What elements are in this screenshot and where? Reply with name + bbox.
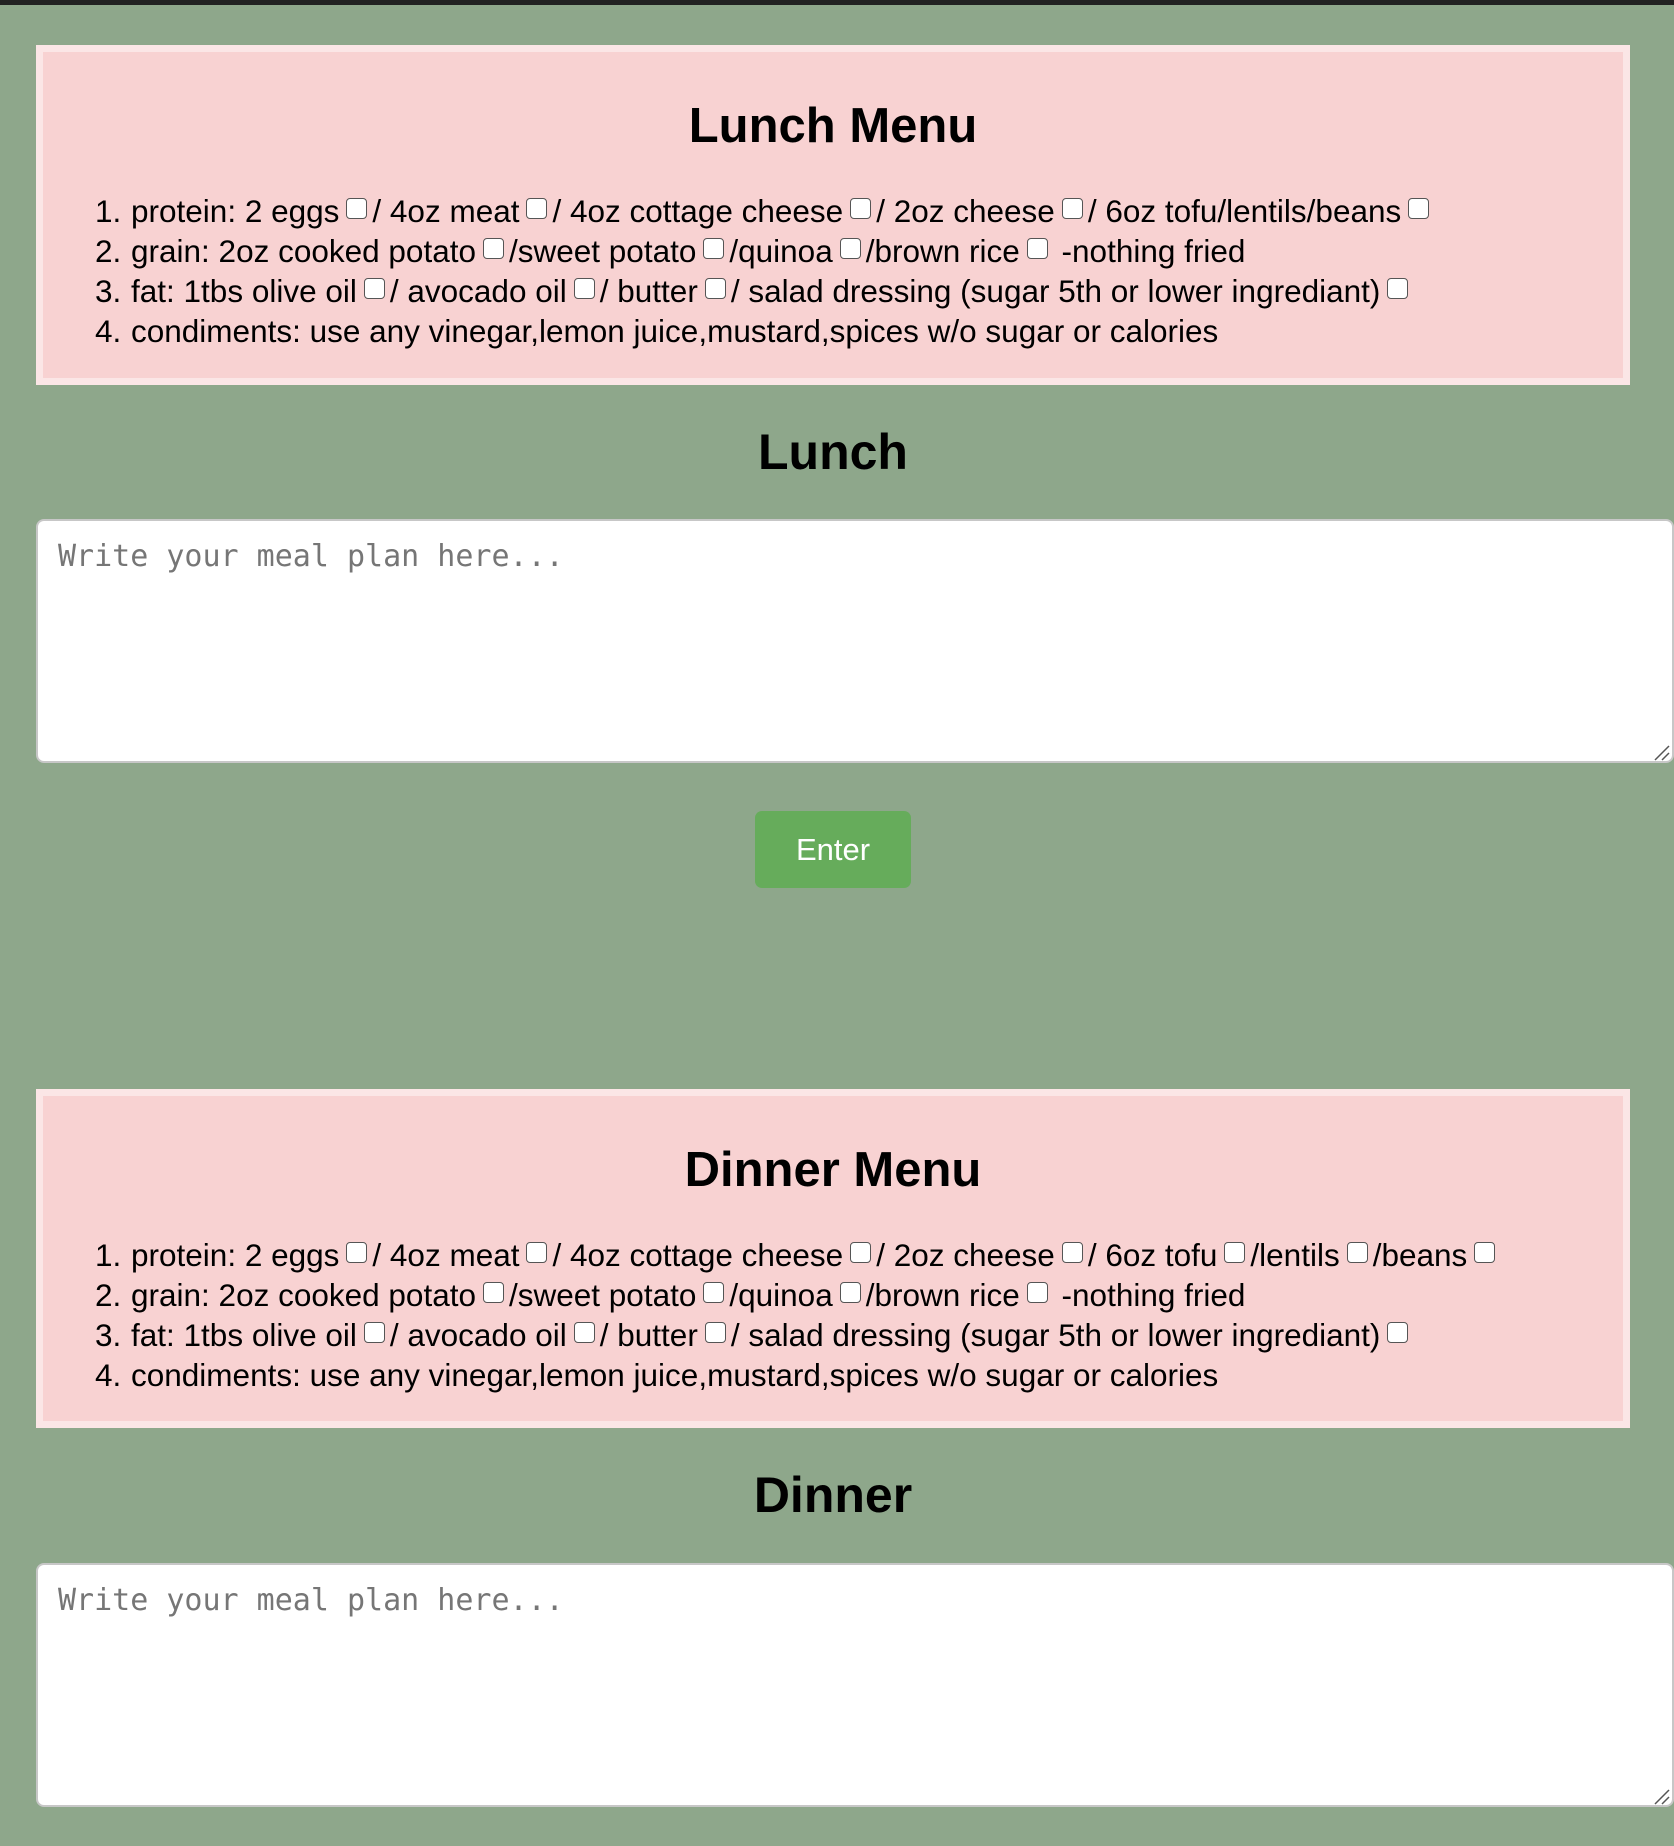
dinner-menu-list: 1. protein: 2 eggs / 4oz meat / 4oz cottage…: [95, 1235, 1500, 1395]
list-number: 3.: [95, 273, 122, 309]
option-label: fat: 1tbs olive oil: [131, 273, 357, 309]
option-checkbox[interactable]: [1408, 198, 1430, 219]
list-number: 3.: [95, 1317, 122, 1353]
option-checkbox[interactable]: [526, 198, 548, 219]
option-checkbox[interactable]: [850, 1242, 872, 1263]
menu-item-text: condiments: use any vinegar,lemon juice,…: [131, 313, 1219, 349]
option-label: / 4oz meat: [372, 1237, 520, 1273]
option-checkbox[interactable]: [1346, 1242, 1368, 1263]
option-label: / butter: [599, 1317, 698, 1353]
option-checkbox[interactable]: [1387, 1322, 1409, 1343]
dinner-plan-input[interactable]: [36, 1563, 1674, 1807]
list-number: 2.: [95, 233, 122, 269]
option-note: -nothing fried: [1052, 1277, 1246, 1313]
option-checkbox[interactable]: [526, 1242, 548, 1263]
list-number: 1.: [95, 1237, 122, 1273]
option-checkbox[interactable]: [703, 1282, 725, 1303]
option-checkbox[interactable]: [1061, 1242, 1083, 1263]
option-checkbox[interactable]: [704, 278, 726, 299]
option-checkbox[interactable]: [573, 278, 595, 299]
lunch-menu-item: 3. fat: 1tbs olive oil / avocado oil / butt…: [95, 271, 1434, 311]
option-label: / 4oz meat: [372, 193, 520, 229]
option-label: /brown rice: [865, 1277, 1020, 1313]
option-label: /quinoa: [729, 233, 833, 269]
dinner-resize-grip-icon[interactable]: [1652, 1787, 1670, 1805]
option-label: / avocado oil: [389, 1317, 567, 1353]
option-checkbox[interactable]: [346, 1242, 368, 1263]
lunch-menu-item: 4. condiments: use any vinegar,lemon juic…: [95, 311, 1434, 351]
dinner-menu-panel: Dinner Menu 1. protein: 2 eggs / 4oz meat /…: [36, 1089, 1630, 1428]
option-label: / 6oz tofu/lentils/beans: [1087, 193, 1402, 229]
lunch-heading: Lunch: [758, 424, 908, 480]
option-checkbox[interactable]: [839, 238, 861, 259]
list-number: 2.: [95, 1277, 122, 1313]
dinner-menu-title: Dinner Menu: [684, 1143, 982, 1197]
dinner-menu-item: 4. condiments: use any vinegar,lemon juic…: [95, 1355, 1500, 1395]
option-label: protein: 2 eggs: [131, 193, 340, 229]
list-number: 1.: [95, 193, 122, 229]
option-checkbox[interactable]: [1026, 1282, 1048, 1303]
option-checkbox[interactable]: [704, 1322, 726, 1343]
option-label: / 6oz tofu: [1087, 1237, 1218, 1273]
menu-item-text: condiments: use any vinegar,lemon juice,…: [131, 1357, 1219, 1393]
option-label: /sweet potato: [509, 233, 697, 269]
option-label: / salad dressing (sugar 5th or lower ing…: [730, 273, 1381, 309]
option-label: /beans: [1372, 1237, 1468, 1273]
lunch-menu-list: 1. protein: 2 eggs / 4oz meat / 4oz cottage…: [95, 191, 1434, 351]
option-label: /sweet potato: [509, 1277, 697, 1313]
option-label: / butter: [599, 273, 698, 309]
dinner-menu-item: 3. fat: 1tbs olive oil / avocado oil / butt…: [95, 1315, 1500, 1355]
lunch-menu-item: 1. protein: 2 eggs / 4oz meat / 4oz cottage…: [95, 191, 1434, 231]
option-note: -nothing fried: [1052, 233, 1246, 269]
lunch-menu-panel: Lunch Menu 1. protein: 2 eggs / 4oz meat / …: [36, 45, 1630, 385]
list-number: 4.: [95, 1357, 122, 1393]
dinner-menu-item: 2. grain: 2oz cooked potato/sweet potato /…: [95, 1275, 1500, 1315]
option-checkbox[interactable]: [703, 238, 725, 259]
lunch-plan-input[interactable]: [36, 519, 1674, 763]
option-label: / salad dressing (sugar 5th or lower ing…: [730, 1317, 1381, 1353]
dinner-menu-item: 1. protein: 2 eggs / 4oz meat / 4oz cottage…: [95, 1235, 1500, 1275]
option-label: /lentils: [1250, 1237, 1340, 1273]
option-checkbox[interactable]: [1061, 198, 1083, 219]
option-checkbox[interactable]: [363, 278, 385, 299]
option-checkbox[interactable]: [483, 1282, 504, 1303]
option-label: grain: 2oz cooked potato: [131, 1277, 476, 1313]
option-label: grain: 2oz cooked potato: [131, 233, 476, 269]
enter-button[interactable]: Enter: [755, 811, 911, 888]
option-checkbox[interactable]: [1474, 1242, 1496, 1263]
option-label: / 2oz cheese: [876, 193, 1055, 229]
option-label: fat: 1tbs olive oil: [131, 1317, 357, 1353]
window-top-edge: [0, 0, 1674, 5]
option-label: /quinoa: [729, 1277, 833, 1313]
option-checkbox[interactable]: [1026, 238, 1048, 259]
option-label: protein: 2 eggs: [131, 1237, 340, 1273]
option-label: / avocado oil: [389, 273, 567, 309]
lunch-menu-title: Lunch Menu: [688, 99, 978, 153]
dinner-heading: Dinner: [753, 1467, 913, 1523]
option-checkbox[interactable]: [1387, 278, 1409, 299]
lunch-resize-grip-icon[interactable]: [1652, 743, 1670, 761]
lunch-menu-item: 2. grain: 2oz cooked potato/sweet potato /…: [95, 231, 1434, 271]
option-label: / 4oz cottage cheese: [552, 1237, 844, 1273]
option-checkbox[interactable]: [850, 198, 872, 219]
option-label: / 2oz cheese: [876, 1237, 1055, 1273]
option-label: / 4oz cottage cheese: [552, 193, 844, 229]
list-number: 4.: [95, 313, 122, 349]
option-checkbox[interactable]: [839, 1282, 861, 1303]
option-checkbox[interactable]: [483, 238, 504, 259]
option-checkbox[interactable]: [346, 198, 368, 219]
option-checkbox[interactable]: [1224, 1242, 1246, 1263]
option-label: /brown rice: [865, 233, 1020, 269]
option-checkbox[interactable]: [363, 1322, 385, 1343]
option-checkbox[interactable]: [573, 1322, 595, 1343]
